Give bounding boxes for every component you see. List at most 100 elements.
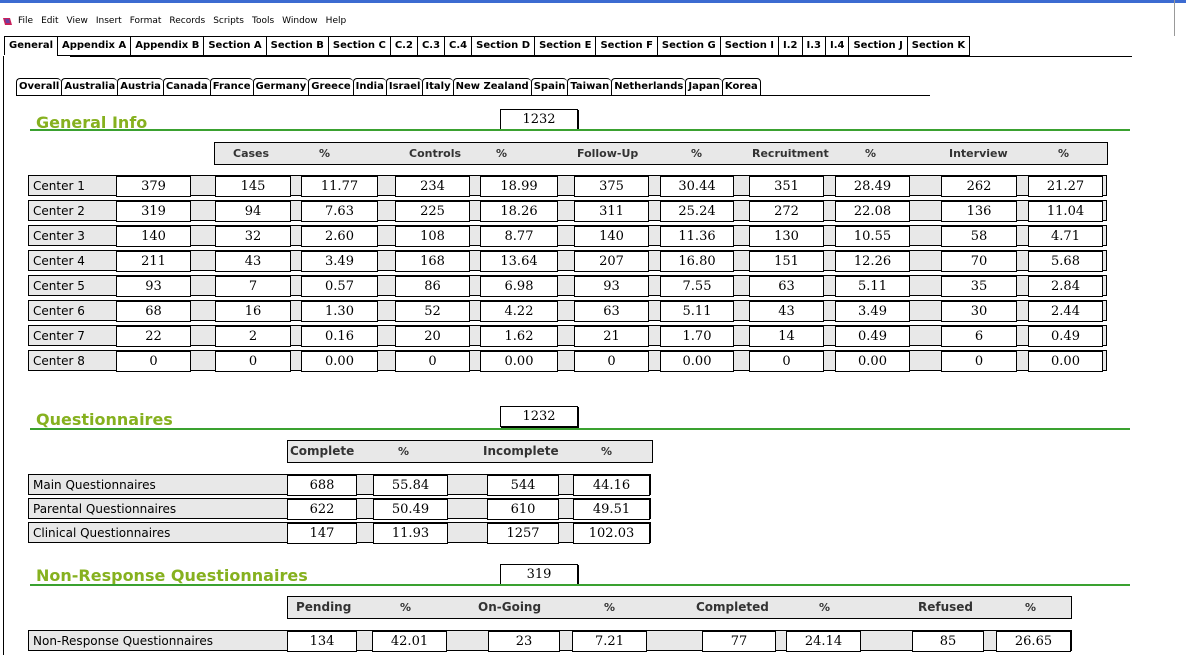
center-value-field[interactable]: 12.26 <box>835 251 910 272</box>
questionnaire-value-field[interactable]: 50.49 <box>373 499 448 520</box>
questionnaire-value-field[interactable]: 622 <box>287 499 357 520</box>
nonresponse-value-field[interactable]: 134 <box>287 631 357 652</box>
center-value-field[interactable]: 234 <box>395 176 470 197</box>
questionnaire-value-field[interactable]: 102.03 <box>573 523 650 544</box>
center-value-field[interactable]: 4.71 <box>1028 226 1103 247</box>
center-value-field[interactable]: 130 <box>749 226 824 247</box>
menu-records[interactable]: Records <box>169 16 205 26</box>
tab-c4[interactable]: C.4 <box>444 36 472 56</box>
center-value-field[interactable]: 30.44 <box>660 176 734 197</box>
center-value-field[interactable]: 63 <box>574 301 649 322</box>
center-value-field[interactable]: 5.11 <box>835 276 910 297</box>
menu-file[interactable]: File <box>18 16 33 26</box>
menu-insert[interactable]: Insert <box>96 16 122 26</box>
questionnaire-value-field[interactable]: 11.93 <box>373 523 448 544</box>
tab-section-a[interactable]: Section A <box>203 36 266 56</box>
tab-section-e[interactable]: Section E <box>534 36 596 56</box>
center-value-field[interactable]: 70 <box>941 251 1017 272</box>
menu-scripts[interactable]: Scripts <box>213 16 244 26</box>
center-value-field[interactable]: 311 <box>574 201 649 222</box>
center-total-field[interactable]: 319 <box>116 201 191 222</box>
center-total-field[interactable]: 22 <box>116 326 191 347</box>
tab-section-i[interactable]: Section I <box>719 36 779 56</box>
center-total-field[interactable]: 379 <box>116 176 191 197</box>
center-value-field[interactable]: 0 <box>749 351 824 372</box>
questionnaire-value-field[interactable]: 147 <box>287 523 357 544</box>
center-value-field[interactable]: 0 <box>395 351 470 372</box>
tab-i3[interactable]: I.3 <box>801 36 825 56</box>
center-total-field[interactable]: 68 <box>116 301 191 322</box>
center-value-field[interactable]: 225 <box>395 201 470 222</box>
general-total-field[interactable]: 1232 <box>500 109 578 130</box>
questionnaire-value-field[interactable]: 688 <box>287 475 357 496</box>
center-value-field[interactable]: 28.49 <box>835 176 910 197</box>
center-value-field[interactable]: 14 <box>749 326 824 347</box>
center-value-field[interactable]: 3.49 <box>301 251 378 272</box>
tab-italy[interactable]: Italy <box>422 78 453 96</box>
tab-greece[interactable]: Greece <box>308 78 353 96</box>
center-value-field[interactable]: 4.22 <box>480 301 558 322</box>
center-value-field[interactable]: 0.00 <box>1028 351 1103 372</box>
center-value-field[interactable]: 11.36 <box>660 226 734 247</box>
questionnaire-value-field[interactable]: 1257 <box>487 523 559 544</box>
center-value-field[interactable]: 0 <box>941 351 1017 372</box>
center-value-field[interactable]: 93 <box>574 276 649 297</box>
center-value-field[interactable]: 272 <box>749 201 824 222</box>
center-value-field[interactable]: 2 <box>215 326 291 347</box>
center-value-field[interactable]: 10.55 <box>835 226 910 247</box>
center-value-field[interactable]: 151 <box>749 251 824 272</box>
center-value-field[interactable]: 0.00 <box>301 351 378 372</box>
center-value-field[interactable]: 168 <box>395 251 470 272</box>
menu-help[interactable]: Help <box>326 16 347 26</box>
tab-section-f[interactable]: Section F <box>595 36 657 56</box>
center-value-field[interactable]: 8.77 <box>480 226 558 247</box>
center-value-field[interactable]: 5.68 <box>1028 251 1103 272</box>
center-value-field[interactable]: 0.16 <box>301 326 378 347</box>
center-value-field[interactable]: 0.57 <box>301 276 378 297</box>
center-total-field[interactable]: 211 <box>116 251 191 272</box>
center-value-field[interactable]: 7.63 <box>301 201 378 222</box>
center-value-field[interactable]: 351 <box>749 176 824 197</box>
questionnaire-value-field[interactable]: 55.84 <box>373 475 448 496</box>
tab-canada[interactable]: Canada <box>162 78 210 96</box>
tab-general[interactable]: General <box>4 36 57 55</box>
center-value-field[interactable]: 2.44 <box>1028 301 1103 322</box>
center-value-field[interactable]: 0.00 <box>835 351 910 372</box>
nonresponse-value-field[interactable]: 26.65 <box>996 631 1071 652</box>
center-value-field[interactable]: 6.98 <box>480 276 558 297</box>
questionnaire-value-field[interactable]: 44.16 <box>573 475 650 496</box>
tab-new-zealand[interactable]: New Zealand <box>452 78 531 96</box>
tab-germany[interactable]: Germany <box>252 78 309 96</box>
nonresponse-value-field[interactable]: 23 <box>488 631 560 652</box>
center-value-field[interactable]: 2.60 <box>301 226 378 247</box>
center-value-field[interactable]: 108 <box>395 226 470 247</box>
center-value-field[interactable]: 1.70 <box>660 326 734 347</box>
center-value-field[interactable]: 262 <box>941 176 1017 197</box>
center-value-field[interactable]: 0.00 <box>480 351 558 372</box>
tab-i4[interactable]: I.4 <box>825 36 849 56</box>
tab-israel[interactable]: Israel <box>385 78 423 96</box>
tab-c3[interactable]: C.3 <box>416 36 445 56</box>
nonresponse-value-field[interactable]: 7.21 <box>572 631 647 652</box>
center-value-field[interactable]: 21.27 <box>1028 176 1103 197</box>
center-value-field[interactable]: 13.64 <box>480 251 558 272</box>
tab-japan[interactable]: Japan <box>685 78 722 96</box>
menu-format[interactable]: Format <box>130 16 162 26</box>
center-value-field[interactable]: 6 <box>941 326 1017 347</box>
nonresponse-value-field[interactable]: 85 <box>912 631 984 652</box>
center-value-field[interactable]: 136 <box>941 201 1017 222</box>
tab-c2[interactable]: C.2 <box>389 36 417 56</box>
nonresponse-value-field[interactable]: 42.01 <box>372 631 447 652</box>
tab-section-k[interactable]: Section K <box>906 36 971 56</box>
center-value-field[interactable]: 58 <box>941 226 1017 247</box>
tab-section-j[interactable]: Section J <box>848 36 907 56</box>
center-value-field[interactable]: 2.84 <box>1028 276 1103 297</box>
center-value-field[interactable]: 7 <box>215 276 291 297</box>
center-value-field[interactable]: 375 <box>574 176 649 197</box>
center-value-field[interactable]: 140 <box>574 226 649 247</box>
center-value-field[interactable]: 0.49 <box>1028 326 1103 347</box>
tab-austria[interactable]: Austria <box>117 78 163 96</box>
center-value-field[interactable]: 3.49 <box>835 301 910 322</box>
center-value-field[interactable]: 86 <box>395 276 470 297</box>
center-value-field[interactable]: 32 <box>215 226 291 247</box>
